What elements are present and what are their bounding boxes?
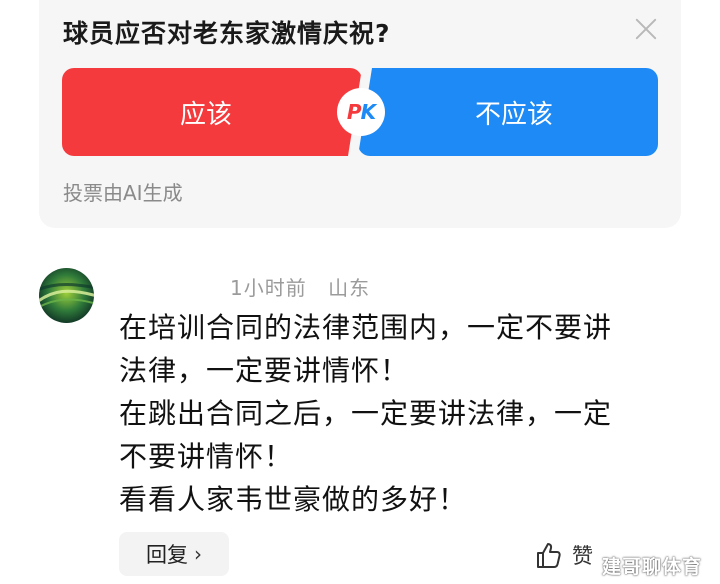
comment-time: 1小时前 bbox=[230, 276, 307, 300]
comment-line: 不要讲情怀！ bbox=[119, 440, 294, 473]
comment-text: 在培训合同的法律范围内，一定不要讲 法律，一定要讲情怀！ 在跳出合同之后，一定要… bbox=[119, 306, 679, 521]
comment-line: 在跳出合同之后，一定要讲法律，一定 bbox=[119, 397, 613, 430]
vote-options: 应该 不应该 PK bbox=[62, 68, 658, 156]
poll-footnote: 投票由AI生成 bbox=[63, 181, 183, 205]
comment-meta: 1小时前 山东 bbox=[230, 272, 370, 301]
comment-line: 看看人家韦世豪做的多好！ bbox=[119, 483, 468, 516]
close-icon[interactable] bbox=[633, 16, 659, 42]
comment-line: 法律，一定要讲情怀！ bbox=[119, 354, 410, 387]
vote-no-button[interactable]: 不应该 bbox=[358, 68, 658, 156]
like-label: 赞 bbox=[572, 544, 593, 568]
vote-yes-label: 应该 bbox=[179, 99, 232, 130]
comment-location: 山东 bbox=[328, 276, 371, 300]
pk-badge: PK bbox=[337, 88, 385, 136]
comment-line: 在培训合同的法律范围内，一定不要讲 bbox=[119, 311, 613, 344]
like-button[interactable]: 赞 bbox=[534, 537, 593, 573]
poll-title: 球员应否对老东家激情庆祝? bbox=[63, 19, 391, 48]
avatar-image bbox=[39, 268, 94, 323]
vote-yes-button[interactable]: 应该 bbox=[62, 68, 362, 156]
reply-button[interactable]: 回复 › bbox=[119, 532, 229, 576]
pk-letter-k: K bbox=[360, 100, 376, 124]
page: 球员应否对老东家激情庆祝? 应该 不应该 PK 投票由AI生成 1小时前 山东 … bbox=[0, 0, 720, 584]
pk-letter-p: P bbox=[346, 100, 362, 124]
chevron-right-icon: › bbox=[194, 542, 202, 566]
poll-card: 球员应否对老东家激情庆祝? 应该 不应该 PK 投票由AI生成 bbox=[39, 0, 681, 228]
reply-label: 回复 bbox=[146, 543, 188, 567]
vote-no-label: 不应该 bbox=[474, 99, 553, 130]
thumbs-up-icon bbox=[537, 543, 561, 568]
avatar[interactable] bbox=[39, 268, 94, 323]
watermark: 建哥聊体育 bbox=[602, 556, 703, 578]
